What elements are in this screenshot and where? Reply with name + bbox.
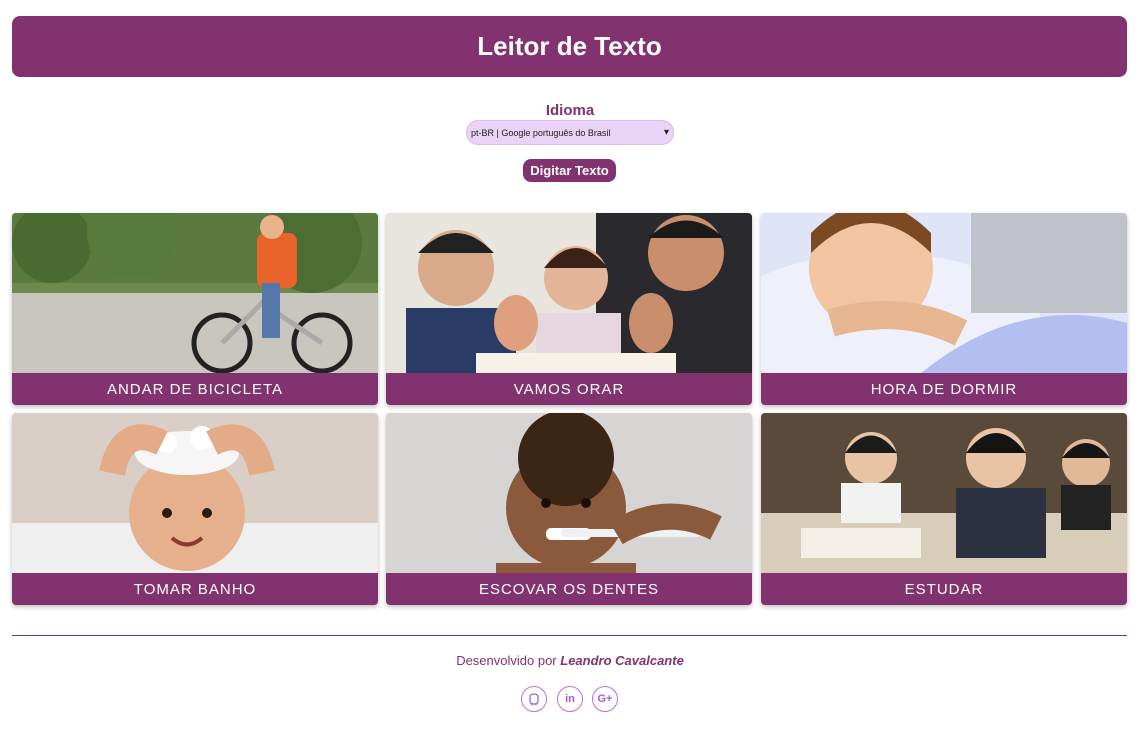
page-title: Leitor de Texto bbox=[477, 31, 662, 61]
card-label: HORA DE DORMIR bbox=[761, 373, 1127, 405]
card-image-bath bbox=[12, 413, 378, 573]
card-sleep[interactable]: HORA DE DORMIR bbox=[761, 213, 1127, 405]
footer-credit: Desenvolvido por Leandro Cavalcante bbox=[0, 653, 1140, 668]
linkedin-icon[interactable]: in bbox=[557, 686, 583, 712]
google-plus-glyph: G+ bbox=[597, 693, 613, 705]
footer-prefix: Desenvolvido por bbox=[456, 653, 557, 668]
language-section: Idioma pt-BR | Google português do Brasi… bbox=[0, 102, 1140, 145]
card-label: TOMAR BANHO bbox=[12, 573, 378, 605]
card-study[interactable]: ESTUDAR bbox=[761, 413, 1127, 605]
language-label: Idioma bbox=[545, 102, 595, 119]
card-image-brush-teeth bbox=[386, 413, 752, 573]
linkedin-glyph: in bbox=[565, 693, 575, 705]
card-label: VAMOS ORAR bbox=[386, 373, 752, 405]
card-pray[interactable]: VAMOS ORAR bbox=[386, 213, 752, 405]
github-icon[interactable] bbox=[521, 686, 547, 712]
type-text-button[interactable]: Digitar Texto bbox=[523, 159, 616, 182]
card-label: ANDAR DE BICICLETA bbox=[12, 373, 378, 405]
card-bicycle[interactable]: ANDAR DE BICICLETA bbox=[12, 213, 378, 405]
footer-author[interactable]: Leandro Cavalcante bbox=[560, 653, 684, 668]
card-label: ESCOVAR OS DENTES bbox=[386, 573, 752, 605]
card-image-bicycle bbox=[12, 213, 378, 373]
card-image-sleep bbox=[761, 213, 1127, 373]
app-header: Leitor de Texto bbox=[12, 16, 1127, 77]
card-brush-teeth[interactable]: ESCOVAR OS DENTES bbox=[386, 413, 752, 605]
card-image-pray bbox=[386, 213, 752, 373]
google-plus-icon[interactable]: G+ bbox=[592, 686, 618, 712]
language-select[interactable]: pt-BR | Google português do Brasil ▾ bbox=[466, 120, 674, 145]
card-image-study bbox=[761, 413, 1127, 573]
card-bath[interactable]: TOMAR BANHO bbox=[12, 413, 378, 605]
card-label: ESTUDAR bbox=[761, 573, 1127, 605]
chevron-down-icon: ▾ bbox=[663, 127, 669, 138]
language-select-value: pt-BR | Google português do Brasil bbox=[471, 127, 611, 138]
footer-divider bbox=[12, 635, 1127, 636]
